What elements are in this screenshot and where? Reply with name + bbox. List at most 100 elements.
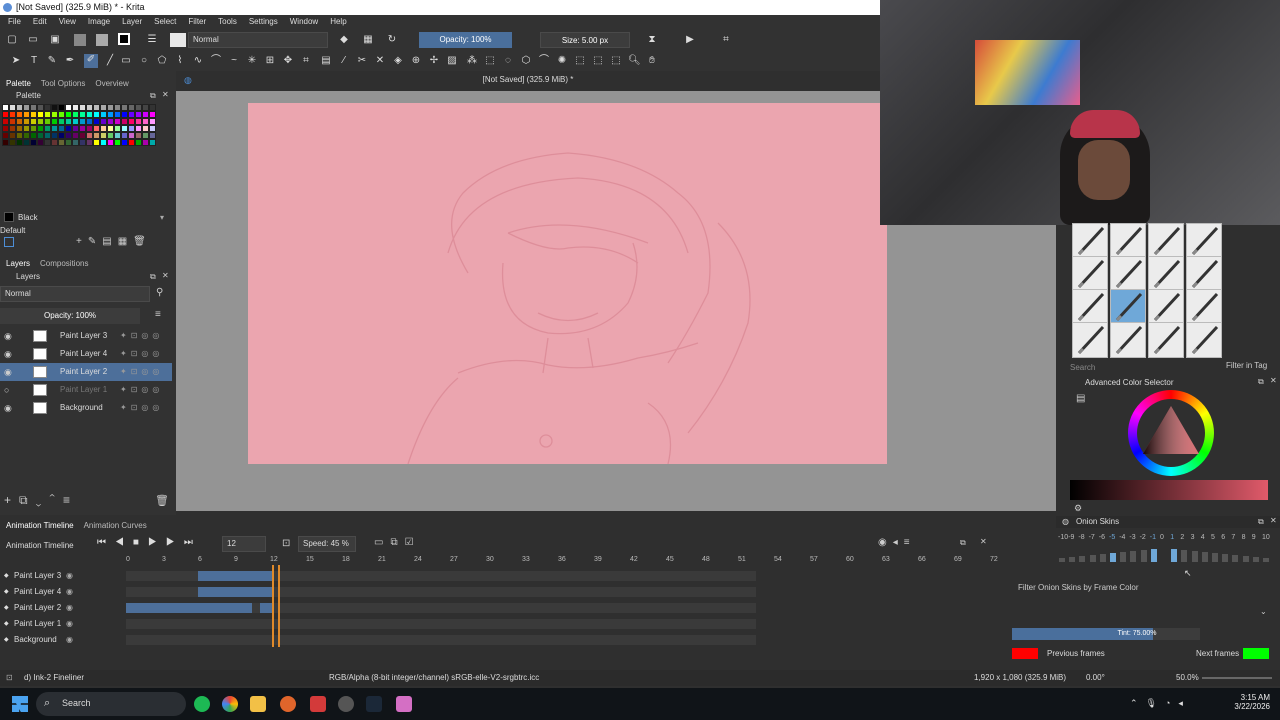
transform-tool-icon[interactable]: ⊞ [264, 55, 276, 67]
palette-swatch[interactable] [72, 132, 79, 139]
layer-row[interactable]: ◉ Paint Layer 2 ✦⊡◎◎ [0, 363, 172, 381]
palette-swatch[interactable] [142, 125, 149, 132]
pan-tool-icon[interactable]: ✢ [428, 55, 440, 67]
palette-swatch[interactable] [121, 111, 128, 118]
palette-swatch[interactable] [100, 125, 107, 132]
keyframe[interactable] [210, 603, 224, 613]
previous-frames-color[interactable] [1012, 648, 1038, 659]
next-frames-color[interactable] [1243, 648, 1269, 659]
filter-onion-checkbox[interactable]: Filter Onion Skins by Frame Color [1018, 583, 1138, 592]
palette-swatch[interactable] [107, 139, 114, 146]
stop-icon[interactable]: ■ [133, 537, 148, 548]
edit-swatch-icon[interactable]: ✎ [88, 236, 102, 247]
color-close-icon[interactable]: ✕ [1270, 376, 1277, 385]
eye-icon[interactable]: ◉ [4, 345, 12, 363]
last-frame-icon[interactable]: ⏭ [184, 537, 202, 548]
blend-mode-select[interactable]: Normal [188, 32, 328, 48]
onion-opacity-bar[interactable] [1059, 558, 1065, 562]
onion-opacity-bar[interactable] [1150, 549, 1157, 562]
brush-preset-tile[interactable] [1072, 256, 1108, 292]
palette-swatch[interactable] [149, 125, 156, 132]
polygon-select-icon[interactable]: ⬡ [520, 55, 532, 67]
row-visibility-icon[interactable]: ◉ [66, 632, 73, 648]
move-up-icon[interactable]: ⌃ [49, 493, 63, 507]
brush-preset-tile[interactable] [1186, 256, 1222, 292]
eye-hidden-icon[interactable]: ○ [4, 381, 9, 399]
layer-row[interactable]: ◉ Background ✦⊡◎◎ [0, 399, 172, 417]
keyframe[interactable] [222, 587, 234, 597]
frame-rate-icon[interactable]: ⊡ [282, 538, 290, 549]
brush-preset-tile[interactable] [1148, 289, 1184, 325]
palette-swatch[interactable] [86, 118, 93, 125]
palette-swatch[interactable] [58, 104, 65, 111]
row-visibility-icon[interactable]: ◉ [66, 568, 73, 584]
palette-swatch[interactable] [114, 132, 121, 139]
pattern-icon[interactable] [74, 34, 86, 46]
palette-swatch[interactable] [86, 111, 93, 118]
color-wheel[interactable] [1128, 390, 1214, 476]
palette-swatch[interactable] [9, 118, 16, 125]
palette-swatch[interactable] [30, 125, 37, 132]
auto-key-icon[interactable]: ☑ [405, 537, 421, 548]
palette-swatch[interactable] [65, 104, 72, 111]
layer-flags-icon[interactable]: ✦⊡◎◎ [120, 345, 163, 363]
palette-swatch[interactable] [121, 118, 128, 125]
palette-dropdown-icon[interactable]: ▾ [160, 213, 164, 222]
palette-swatch[interactable] [79, 104, 86, 111]
palette-swatch[interactable] [100, 139, 107, 146]
palette-swatch[interactable] [37, 104, 44, 111]
palette-swatch[interactable] [65, 125, 72, 132]
prev-frame-icon[interactable]: ◀ [115, 537, 133, 548]
palette-swatch[interactable] [93, 132, 100, 139]
palette-swatch[interactable] [9, 111, 16, 118]
palette-swatch[interactable] [128, 139, 135, 146]
line-tool-icon[interactable]: ╱ [104, 55, 116, 67]
brush-preset-tile[interactable] [1186, 223, 1222, 259]
zoom-value[interactable]: 50.0% [1176, 670, 1199, 686]
calligraphy-icon[interactable]: ✒ [64, 55, 76, 67]
menu-settings[interactable]: Settings [249, 15, 278, 29]
size-slider[interactable]: Size: 5.00 px [540, 32, 630, 48]
palette-swatch[interactable] [16, 132, 23, 139]
keyframe[interactable] [246, 571, 260, 581]
palette-swatch[interactable] [149, 104, 156, 111]
palette-swatch[interactable] [135, 118, 142, 125]
timeline-layer-row[interactable]: ◆ Paint Layer 3 ◉ [0, 568, 1000, 584]
import-icon[interactable]: ▤ [102, 236, 117, 247]
onion-opacity-bar[interactable] [1252, 557, 1259, 562]
palette-swatch[interactable] [93, 125, 100, 132]
onion-opacity-bar[interactable] [1212, 553, 1218, 562]
reference-tool-icon[interactable]: ▨ [446, 55, 458, 67]
tray-chevron-icon[interactable]: ⌃ [1130, 698, 1146, 708]
palette-swatch[interactable] [107, 118, 114, 125]
palette-swatch[interactable] [135, 139, 142, 146]
palette-swatch[interactable] [58, 139, 65, 146]
next-frame-icon[interactable]: ▶ [166, 537, 184, 548]
onion-offset-label[interactable]: 5 [1211, 534, 1215, 541]
palette-swatch[interactable] [128, 132, 135, 139]
palette-swatch[interactable] [79, 111, 86, 118]
palette-swatch[interactable] [72, 139, 79, 146]
brush-preset-tile[interactable] [1110, 223, 1146, 259]
select-tool-icon[interactable]: ➤ [10, 55, 22, 67]
keyframe[interactable] [198, 571, 223, 581]
palette-swatch[interactable] [51, 104, 58, 111]
palette-swatch[interactable] [79, 125, 86, 132]
palette-swatch[interactable] [114, 125, 121, 132]
krita-taskbar-icon[interactable] [396, 696, 412, 712]
tab-overview[interactable]: Overview [95, 77, 128, 91]
grid-icon[interactable]: ▦ [118, 236, 133, 247]
onion-offset-label[interactable]: 7 [1231, 534, 1235, 541]
palette-swatch[interactable] [135, 104, 142, 111]
palette-swatch[interactable] [16, 118, 23, 125]
palette-swatch[interactable] [37, 118, 44, 125]
similar-select-icon[interactable]: ⬚ [574, 55, 586, 67]
timeline-float-icon[interactable]: ⧉ [960, 538, 966, 548]
smart-patch-icon[interactable]: ✂ [356, 55, 368, 67]
rotation-value[interactable]: 0.00° [1086, 670, 1105, 686]
palette-swatch[interactable] [107, 125, 114, 132]
palette-swatch[interactable] [79, 118, 86, 125]
brush-preset-tile[interactable] [1110, 322, 1146, 358]
freehand-brush-icon[interactable]: ✐ [84, 54, 98, 68]
assistant-icon[interactable]: ⁂ [466, 55, 478, 67]
